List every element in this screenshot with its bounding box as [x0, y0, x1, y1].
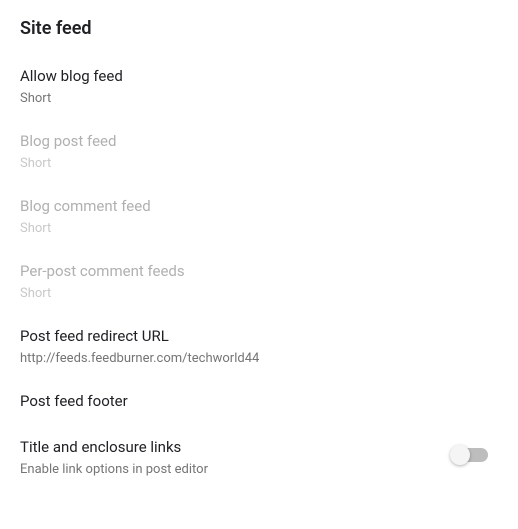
setting-value: Short [20, 221, 498, 236]
setting-value: Short [20, 286, 498, 301]
setting-label: Post feed footer [20, 392, 498, 410]
setting-per-post-comment-feeds[interactable]: Per-post comment feeds Short [20, 262, 498, 301]
section-title: Site feed [20, 18, 498, 39]
setting-title-enclosure: Title and enclosure links Enable link op… [20, 438, 498, 477]
setting-label: Allow blog feed [20, 67, 498, 85]
setting-post-feed-footer[interactable]: Post feed footer [20, 392, 498, 410]
setting-allow-blog-feed[interactable]: Allow blog feed Short [20, 67, 498, 106]
toggle-switch[interactable] [452, 448, 488, 462]
toggle-knob [450, 445, 470, 465]
setting-blog-post-feed[interactable]: Blog post feed Short [20, 132, 498, 171]
setting-label: Blog post feed [20, 132, 498, 150]
setting-description: Enable link options in post editor [20, 462, 452, 477]
setting-value: http://feeds.feedburner.com/techworld44 [20, 351, 498, 366]
setting-label: Blog comment feed [20, 197, 498, 215]
setting-post-feed-redirect[interactable]: Post feed redirect URL http://feeds.feed… [20, 327, 498, 366]
setting-value: Short [20, 156, 498, 171]
setting-label: Per-post comment feeds [20, 262, 498, 280]
setting-label: Title and enclosure links [20, 438, 452, 456]
setting-label: Post feed redirect URL [20, 327, 498, 345]
setting-value: Short [20, 91, 498, 106]
setting-blog-comment-feed[interactable]: Blog comment feed Short [20, 197, 498, 236]
